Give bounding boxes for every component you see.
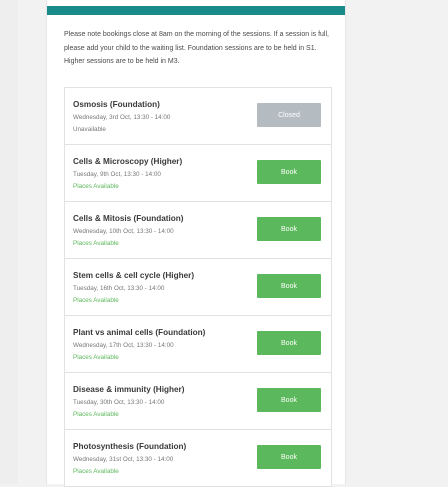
- closed-button: Closed: [257, 103, 321, 127]
- session-title: Stem cells & cell cycle (Higher): [73, 271, 195, 280]
- session-date: Wednesday, 31st Oct, 13:30 - 14:00: [73, 456, 174, 463]
- session-status: Places Available: [73, 297, 119, 304]
- session-status: Places Available: [73, 354, 119, 361]
- book-button[interactable]: Book: [257, 388, 321, 412]
- book-button[interactable]: Book: [257, 445, 321, 469]
- session-date: Tuesday, 16th Oct, 13:30 - 14:00: [73, 285, 165, 292]
- session-status: Unavailable: [73, 126, 106, 133]
- session-title: Osmosis (Foundation): [73, 100, 160, 109]
- session-date: Wednesday, 17th Oct, 13:30 - 14:00: [73, 342, 174, 349]
- book-button[interactable]: Book: [257, 274, 321, 298]
- session-row: Plant vs animal cells (Foundation) Wedne…: [64, 315, 332, 373]
- booking-panel: Please note bookings close at 8am on the…: [46, 0, 346, 487]
- session-list: Osmosis (Foundation) Wednesday, 3rd Oct,…: [64, 87, 332, 487]
- book-button[interactable]: Book: [257, 160, 321, 184]
- session-title: Cells & Mitosis (Foundation): [73, 214, 184, 223]
- session-row: Photosynthesis (Foundation) Wednesday, 3…: [64, 429, 332, 487]
- session-status: Places Available: [73, 183, 119, 190]
- header-accent-bar: [47, 6, 345, 15]
- session-row: Cells & Mitosis (Foundation) Wednesday, …: [64, 201, 332, 259]
- session-date: Wednesday, 10th Oct, 13:30 - 14:00: [73, 228, 174, 235]
- session-row: Disease & immunity (Higher) Tuesday, 30t…: [64, 372, 332, 430]
- booking-notice: Please note bookings close at 8am on the…: [64, 31, 329, 65]
- page-edge: [0, 0, 18, 484]
- session-row: Stem cells & cell cycle (Higher) Tuesday…: [64, 258, 332, 316]
- session-title: Disease & immunity (Higher): [73, 385, 185, 394]
- session-row: Osmosis (Foundation) Wednesday, 3rd Oct,…: [64, 87, 332, 145]
- session-date: Wednesday, 3rd Oct, 13:30 - 14:00: [73, 114, 171, 121]
- book-button[interactable]: Book: [257, 331, 321, 355]
- session-status: Places Available: [73, 411, 119, 418]
- book-button[interactable]: Book: [257, 217, 321, 241]
- session-date: Tuesday, 9th Oct, 13:30 - 14:00: [73, 171, 161, 178]
- session-row: Cells & Microscopy (Higher) Tuesday, 9th…: [64, 144, 332, 202]
- session-title: Photosynthesis (Foundation): [73, 442, 187, 451]
- session-status: Places Available: [73, 468, 119, 475]
- session-title: Plant vs animal cells (Foundation): [73, 328, 206, 337]
- session-date: Tuesday, 30th Oct, 13:30 - 14:00: [73, 399, 165, 406]
- session-title: Cells & Microscopy (Higher): [73, 157, 183, 166]
- session-status: Places Available: [73, 240, 119, 247]
